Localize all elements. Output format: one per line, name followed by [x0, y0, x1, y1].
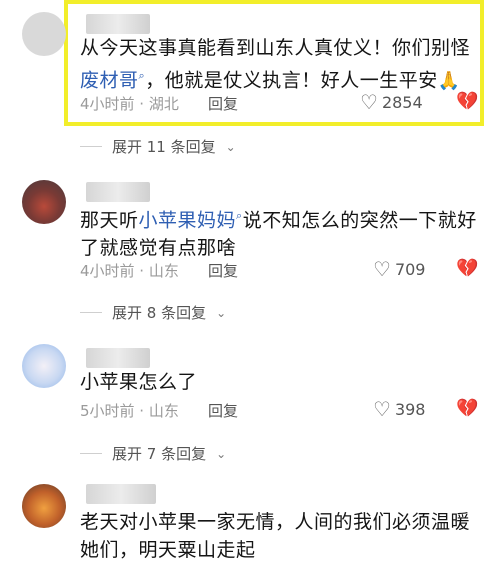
comment-text: 老天对小苹果一家无情，人间的我们必须温暖她们，明天粟山走起 [80, 511, 471, 561]
heart-outline-icon: ♡ [373, 397, 391, 421]
comment-text-part: 那天听 [80, 209, 139, 232]
broken-heart-icon[interactable]: 💔 [456, 398, 478, 419]
reply-button[interactable]: 回复 [208, 93, 238, 114]
like-count: 709 [394, 259, 426, 279]
avatar[interactable] [22, 12, 66, 56]
heart-outline-icon: ♡ [373, 257, 391, 281]
avatar[interactable] [22, 484, 66, 528]
reply-button[interactable]: 回复 [208, 260, 238, 281]
avatar[interactable] [22, 344, 66, 388]
mention-link[interactable]: 废材哥 [80, 69, 139, 91]
broken-heart-icon[interactable]: 💔 [456, 91, 478, 112]
like-count: 2854 [381, 92, 423, 112]
username-blurred[interactable] [86, 14, 150, 34]
expand-replies-button[interactable]: 展开 11 条回复 ⌄ [80, 136, 236, 157]
broken-heart-icon[interactable]: 💔 [456, 258, 478, 279]
expand-replies-label: 展开 8 条回复 [112, 304, 207, 322]
chevron-down-icon: ⌄ [216, 446, 227, 461]
comment-text: 那天听小苹果妈妈⌕说不知怎么的突然一下就好了就感觉有点那啥 [80, 202, 480, 262]
chevron-down-icon: ⌄ [225, 139, 236, 154]
comment-text-part: ，他就是仗义执言！好人一生平安 [145, 69, 438, 92]
praying-hands-emoji: 🙏 [437, 70, 461, 92]
comment-text: 从今天这事真能看到山东人真仗义！你们别怪废材哥⌕，他就是仗义执言！好人一生平安🙏 [80, 34, 480, 95]
username-blurred[interactable] [86, 182, 150, 202]
expand-replies-label: 展开 7 条回复 [112, 445, 207, 463]
like-button[interactable]: ♡ 398 [373, 397, 425, 421]
like-button[interactable]: ♡ 709 [373, 257, 425, 281]
comment-text: 小苹果怎么了 [80, 371, 198, 393]
username-blurred[interactable] [86, 484, 156, 504]
comment-text-part: 从今天这事真能看到山东人真仗义！你们别怪 [80, 37, 471, 59]
time-location: 4小时前 · 湖北 [80, 95, 179, 113]
expand-replies-button[interactable]: 展开 7 条回复 ⌄ [80, 443, 226, 464]
divider-line [80, 312, 102, 313]
time-location: 4小时前 · 山东 [80, 262, 179, 280]
mention-link[interactable]: 小苹果妈妈 [139, 209, 237, 231]
expand-replies-button[interactable]: 展开 8 条回复 ⌄ [80, 302, 226, 323]
time-location: 5小时前 · 山东 [80, 402, 179, 420]
username-blurred[interactable] [86, 348, 150, 368]
reply-button[interactable]: 回复 [208, 400, 238, 421]
chevron-down-icon: ⌄ [216, 305, 227, 320]
avatar[interactable] [22, 180, 66, 224]
divider-line [80, 146, 102, 147]
like-count: 398 [394, 399, 426, 419]
like-button[interactable]: ♡ 2854 [360, 90, 423, 114]
heart-outline-icon: ♡ [360, 90, 378, 114]
divider-line [80, 453, 102, 454]
search-icon: ⌕ [236, 209, 243, 222]
expand-replies-label: 展开 11 条回复 [112, 138, 216, 156]
